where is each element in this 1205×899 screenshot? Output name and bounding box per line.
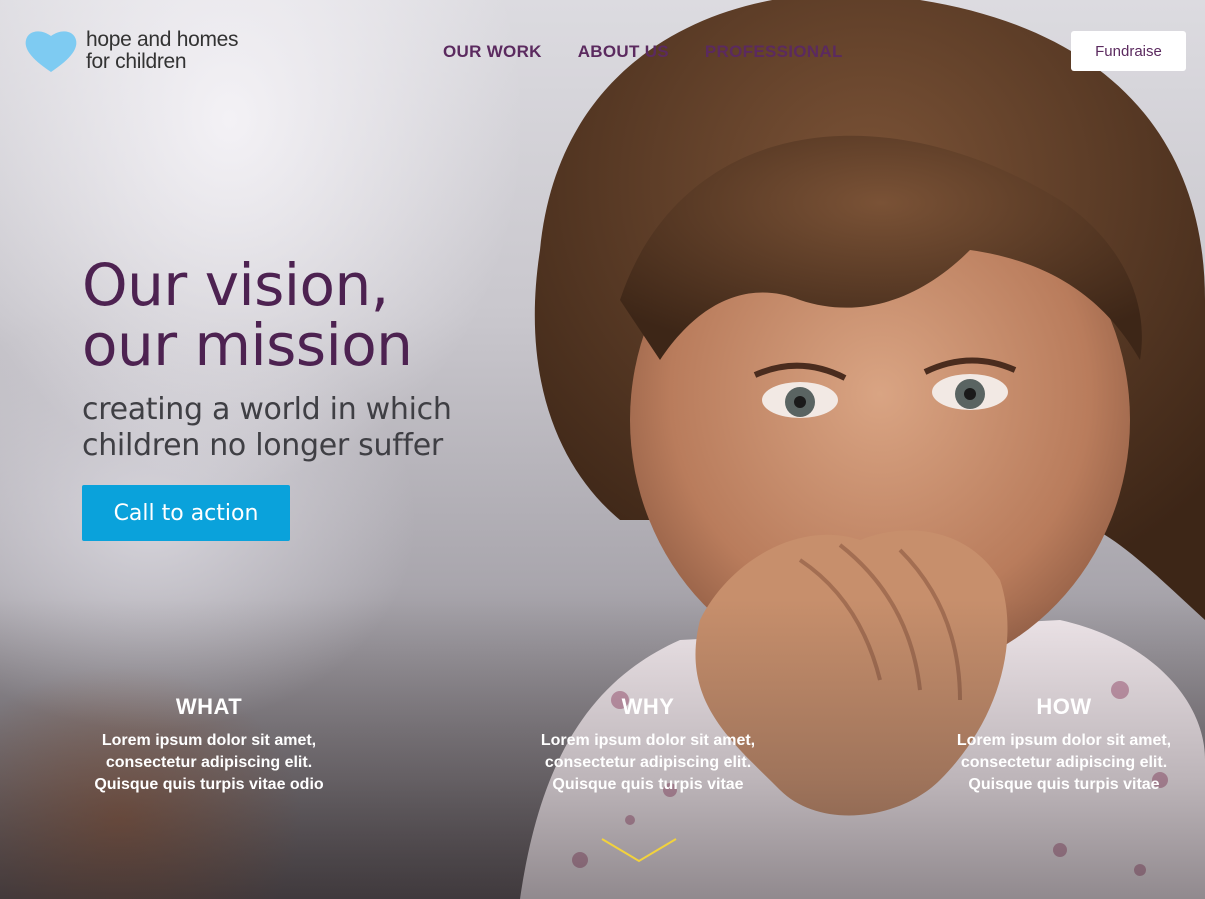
how-text: Lorem ipsum dolor sit amet, consectetur …: [914, 730, 1205, 796]
hero-title-line2: our mission: [82, 311, 413, 379]
nav-item-about-us[interactable]: ABOUT US: [578, 42, 669, 62]
why-text: Lorem ipsum dolor sit amet, consectetur …: [498, 730, 798, 796]
what-text-line3: Quisque quis turpis vitae odio: [94, 776, 324, 793]
why-text-line3: Quisque quis turpis vitae: [552, 776, 744, 793]
why-text-line2: consectetur adipiscing elit.: [544, 754, 752, 771]
nav-item-our-work[interactable]: OUR WORK: [443, 42, 542, 62]
how-column: HOW Lorem ipsum dolor sit amet, consecte…: [914, 694, 1205, 796]
why-heading: WHY: [621, 694, 675, 719]
fundraise-button[interactable]: Fundraise: [1071, 31, 1186, 71]
what-heading: WHAT: [175, 694, 243, 719]
hero-title: Our vision, our mission: [82, 255, 413, 375]
brand-name: hope and homes for children: [86, 28, 239, 73]
what-column: WHAT Lorem ipsum dolor sit amet, consect…: [59, 694, 359, 796]
how-text-line2: consectetur adipiscing elit.: [960, 754, 1168, 771]
nav-item-professional[interactable]: PROFESSIONAL: [705, 42, 843, 62]
how-text-line3: Quisque quis turpis vitae: [968, 776, 1160, 793]
what-text: Lorem ipsum dolor sit amet, consectetur …: [59, 730, 359, 796]
heart-icon: [24, 28, 78, 74]
hero-subtitle: creating a world in which children no lo…: [82, 392, 452, 464]
why-column: WHY Lorem ipsum dolor sit amet, consecte…: [498, 694, 798, 796]
call-to-action-button[interactable]: Call to action: [82, 485, 290, 541]
chevron-down-icon[interactable]: [601, 837, 677, 868]
brand-name-line1: hope and homes: [86, 28, 239, 51]
what-text-line2: consectetur adipiscing elit.: [105, 754, 313, 771]
brand-logo[interactable]: hope and homes for children: [24, 28, 239, 74]
brand-name-line2: for children: [86, 50, 187, 73]
how-heading: HOW: [1036, 694, 1092, 719]
hero-subtitle-line1: creating a world in which: [82, 392, 452, 427]
hero-title-line1: Our vision,: [82, 251, 389, 319]
why-text-line1: Lorem ipsum dolor sit amet,: [540, 732, 756, 749]
what-text-line1: Lorem ipsum dolor sit amet,: [101, 732, 317, 749]
hero-subtitle-line2: children no longer suffer: [82, 428, 443, 463]
main-nav: OUR WORK ABOUT US PROFESSIONAL: [443, 42, 843, 62]
how-text-line1: Lorem ipsum dolor sit amet,: [956, 732, 1172, 749]
